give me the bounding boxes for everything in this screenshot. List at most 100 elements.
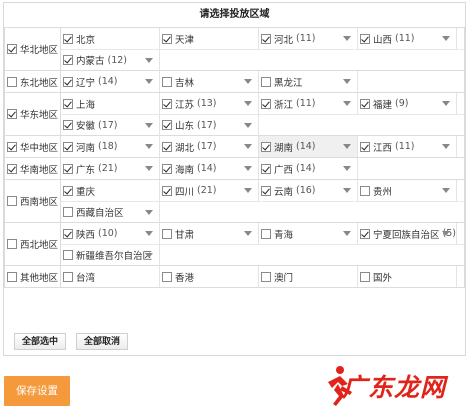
select-all-button[interactable]: 全部选中 [14,333,67,350]
province-checkbox[interactable] [261,141,271,152]
province-checkbox[interactable] [360,271,370,282]
expand-arrow-icon[interactable] [343,231,351,236]
region-checkbox[interactable] [7,141,17,152]
province-checkbox[interactable] [63,271,73,282]
expand-arrow-icon[interactable] [343,144,351,149]
expand-arrow-icon[interactable] [244,188,252,193]
province-checkbox[interactable] [261,271,271,282]
province-checkbox[interactable] [162,141,172,152]
province-checkbox[interactable] [63,141,73,152]
province-checkbox[interactable] [162,163,172,174]
expand-arrow-icon[interactable] [145,166,153,171]
expand-arrow-icon[interactable] [145,79,153,84]
expand-arrow-icon[interactable] [145,144,153,149]
province-checkbox[interactable] [261,76,271,87]
province-checkbox[interactable] [162,120,172,130]
expand-arrow-icon[interactable] [343,101,351,106]
region-checkbox[interactable] [7,239,17,249]
province-checkbox[interactable] [63,55,73,65]
province-checkbox[interactable] [63,163,73,174]
province-checkbox[interactable] [162,98,172,109]
expand-arrow-icon[interactable] [442,188,450,193]
province-item: 山东 (17) [160,114,259,136]
expand-arrow-icon[interactable] [145,252,153,258]
expand-arrow-icon[interactable] [244,144,252,149]
province-name: 广东 [76,164,96,176]
region-selection-panel: 请选择投放区域 华北地区 北京 天津 河北 (11) 山西 (11) 内蒙古 (12) 东北地区辽… [3,2,466,356]
province-checkbox[interactable] [261,228,271,239]
province-item: 湖南 (14) [259,136,358,157]
expand-arrow-icon[interactable] [442,36,450,41]
province-item: 江西 (11) [358,136,457,157]
expand-arrow-icon[interactable] [343,36,351,41]
province-line: 上海 江苏 (13) 浙江 (11) 福建 (9) [61,93,464,114]
region-label: 东北地区 [20,77,59,89]
province-checkbox[interactable] [261,163,271,174]
expand-arrow-icon[interactable] [145,122,153,128]
save-settings-button[interactable]: 保存设置 [4,376,70,406]
expand-arrow-icon[interactable] [442,101,450,106]
province-checkbox[interactable] [63,98,73,109]
province-checkbox[interactable] [162,33,172,44]
province-name: 山西 [373,34,393,46]
province-item: 青海 [259,223,358,244]
expand-arrow-icon[interactable] [343,79,351,84]
province-checkbox[interactable] [63,33,73,44]
city-count: (10) [98,228,118,239]
province-checkbox[interactable] [360,98,370,109]
province-checkbox[interactable] [261,33,271,44]
province-line: 辽宁 (14) 吉林 黑龙江 [61,71,464,92]
province-name: 广西 [274,164,294,176]
expand-arrow-icon[interactable] [244,166,252,171]
province-name: 澳门 [274,272,294,284]
region-checkbox[interactable] [7,44,17,54]
province-line: 陕西 (10) 甘肃 青海 宁夏回族自治区 (5) [61,223,464,244]
region-checkbox[interactable] [7,109,17,119]
province-checkbox[interactable] [162,76,172,87]
expand-arrow-icon[interactable] [145,209,153,215]
province-name: 新疆维吾尔自治区 [76,251,153,262]
expand-arrow-icon[interactable] [442,144,450,149]
expand-arrow-icon[interactable] [442,231,450,236]
expand-arrow-icon[interactable] [244,122,252,128]
province-name: 内蒙古 [76,56,105,67]
expand-arrow-icon[interactable] [145,57,153,63]
expand-arrow-icon[interactable] [343,188,351,193]
province-checkbox[interactable] [63,207,73,217]
province-checkbox[interactable] [162,228,172,239]
province-checkbox[interactable] [63,76,73,87]
province-checkbox[interactable] [360,141,370,152]
province-checkbox[interactable] [63,120,73,130]
region-cell: 华中地区 [4,135,61,158]
province-group: 北京 天津 河北 (11) 山西 (11) 内蒙古 (12) [60,27,465,71]
region-checkbox[interactable] [7,163,17,174]
region-label: 华北地区 [20,45,59,56]
expand-arrow-icon[interactable] [244,231,252,236]
province-checkbox[interactable] [360,185,370,196]
province-item: 上海 [61,93,160,114]
province-group: 河南 (18) 湖北 (17) 湖南 (14) 江西 (11) [60,135,465,158]
province-checkbox[interactable] [261,98,271,109]
region-checkbox[interactable] [7,196,17,206]
province-checkbox[interactable] [63,185,73,196]
province-checkbox[interactable] [360,228,370,239]
expand-arrow-icon[interactable] [343,166,351,171]
province-checkbox[interactable] [162,271,172,282]
province-name: 河南 [76,142,96,154]
province-checkbox[interactable] [63,228,73,239]
province-checkbox[interactable] [162,185,172,196]
province-checkbox[interactable] [261,185,271,196]
expand-arrow-icon[interactable] [145,231,153,236]
province-name: 甘肃 [175,229,195,241]
deselect-all-button[interactable]: 全部取消 [76,333,129,350]
region-checkbox[interactable] [7,271,17,282]
city-count: (16) [296,185,316,196]
province-item: 四川 (21) [160,180,259,201]
expand-arrow-icon[interactable] [244,101,252,106]
province-line: 广东 (21) 海南 (14) 广西 (14) [61,158,464,179]
region-cell: 东北地区 [4,70,61,93]
province-checkbox[interactable] [360,33,370,44]
expand-arrow-icon[interactable] [244,79,252,84]
province-checkbox[interactable] [63,250,73,260]
region-checkbox[interactable] [7,76,17,87]
